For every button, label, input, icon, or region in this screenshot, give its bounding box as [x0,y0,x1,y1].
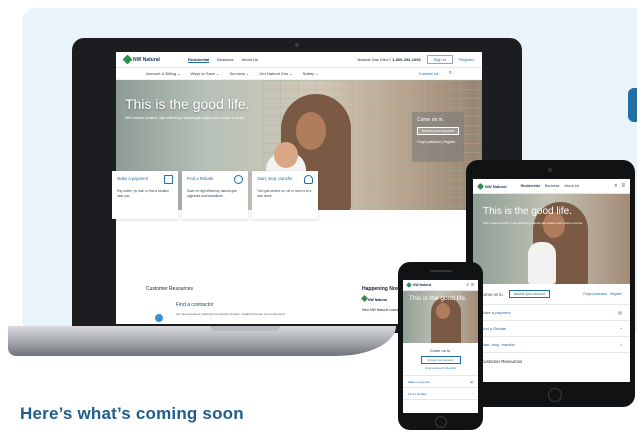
sign-in-box-title: Come on in. [417,117,444,123]
tablet-nav-about[interactable]: About Us [564,184,579,188]
news-logo-icon [360,294,369,303]
card-text: Pay online, by mail, or find a location … [117,189,169,198]
card-title: Make a payment [117,176,148,181]
tablet-logo[interactable]: NW Natural [476,182,507,190]
quick-action-cards: Make a payment Pay online, by mail, or f… [112,171,318,219]
laptop-base [8,326,396,356]
transfer-icon: ⌂ [619,342,622,347]
contractor-text: Our pre-screened, preferred contractors … [176,312,286,316]
sign-in-box: Come on in. Access your account Forgot p… [412,112,464,162]
brand-logo[interactable]: NW Natural [122,54,160,65]
tablet-screen: NW Natural Residential Business About Us… [473,179,630,382]
phone-come-on-in: Come on in. [429,348,452,353]
tablet-nav: NW Natural Residential Business About Us… [473,179,630,194]
tablet-row-payment[interactable]: Make a payment ▤ [473,305,630,321]
register-link-box[interactable]: Register [443,140,455,144]
menu-icon[interactable]: ≡ [621,183,625,189]
hero-subtitle: With instant comfort, high-efficiency na… [125,116,245,120]
phone-links[interactable]: Forgot password | Register [403,364,478,376]
rebate-icon: ◔ [619,326,622,331]
hero-photo-child-face [274,142,298,168]
contractor-card[interactable]: Find a contractor Our pre-screened, pref… [146,296,336,324]
phone-hero-title: This is the good life. [409,295,467,302]
news-brand: NW Natural [367,298,387,302]
card-find-rebate[interactable]: Find a Rebate Save on high-efficiency na… [182,171,248,219]
laptop-camera [295,43,299,47]
logo-icon [476,182,485,190]
nav-about-us[interactable]: About Us [242,57,258,63]
tablet-home-button[interactable] [548,388,562,402]
search-icon[interactable]: ⌕ [466,282,469,288]
phone-number[interactable]: 1-800-293-1093 [392,57,420,62]
phone-hero-face [436,303,450,319]
tablet-register-link[interactable]: Register [610,292,622,296]
tablet-come-on-in: Come on in. [481,291,504,297]
payment-icon: ▤ [618,310,622,315]
subnav-ways-to-save[interactable]: Ways to Save ⌄ [190,71,219,76]
tablet-hero-title: This is the good life. [483,206,572,217]
customer-resources-heading: Customer Resources [146,286,193,292]
tablet-row-transfer[interactable]: Start, stop, transfer ⌂ [473,337,630,353]
tablet-row-rebate[interactable]: Find a Rebate ◔ [473,321,630,337]
logo-icon [122,54,133,65]
menu-icon[interactable]: ≡ [471,282,474,288]
card-title: Find a Rebate [187,176,214,181]
phone-nav: NW Natural ⌕ ≡ [403,280,478,291]
card-title: Start, stop, transfer [257,176,293,181]
tablet-nav-business[interactable]: Business [545,184,560,188]
card-start-stop-transfer[interactable]: Start, stop, transfer Turn gas service o… [252,171,318,219]
rebate-icon: ◔ [471,391,473,396]
tablet-hero-child [528,242,556,284]
tablet-nav-residential[interactable]: Residential [521,184,540,188]
top-nav: NW Natural Residential Business About Us… [116,52,482,68]
phone-home-button[interactable] [435,416,447,428]
hero-title: This is the good life. [125,96,250,112]
logo-icon [406,282,412,288]
nav-residential[interactable]: Residential [187,57,210,63]
contractor-title: Find a contractor [176,302,214,308]
tablet-forgot-link[interactable]: Forgot password [583,292,607,296]
laptop-notch [210,326,280,331]
contact-us-link[interactable]: Contact Us [419,71,439,76]
contractor-icon [155,314,163,322]
subnav-account-billing[interactable]: Account & Billing ⌄ [146,71,180,76]
tablet-access-account-button[interactable]: Access your account [508,290,550,298]
subnav-get-natural-gas[interactable]: Get Natural Gas ⌄ [259,71,292,76]
phone-screen: NW Natural ⌕ ≡ This is the good life. Co… [403,280,478,413]
tablet-hero: This is the good life. With instant comf… [473,194,630,284]
phone-logo[interactable]: NW Natural [406,282,431,288]
nav-business[interactable]: Business [217,57,233,63]
brand-name: NW Natural [133,56,160,63]
tablet-hero-subtitle: With instant comfort, high-efficiency na… [483,221,583,225]
sign-in-button[interactable]: Sign In [426,55,454,64]
section-heading: Here’s what’s coming soon [20,404,244,423]
card-make-payment[interactable]: Make a payment Pay online, by mail, or f… [112,171,178,219]
phone-access-account-button[interactable]: Access your account [420,356,461,364]
side-tab[interactable] [628,88,637,122]
tablet-customer-resources: Customer Resources [481,359,523,364]
rebate-icon [234,175,243,184]
phone-row-payment[interactable]: Make a payment ▤ [403,376,478,388]
tablet-camera [548,168,552,172]
phone-speaker [430,270,452,272]
card-text: Turn gas service on, off or move it to a… [257,189,312,198]
forgot-password-link[interactable]: Forgot password [417,140,441,144]
subnav-safety[interactable]: Safety ⌄ [303,71,319,76]
payment-icon [164,175,173,184]
access-account-button[interactable]: Access your account [417,127,459,135]
hero-photo-face [296,112,326,150]
subnav-services[interactable]: Services ⌄ [229,71,249,76]
happening-now-heading: Happening Now [362,286,400,292]
sub-nav: Account & Billing ⌄ Ways to Save ⌄ Servi… [116,68,482,80]
card-text: Save on high-efficiency natural gas upgr… [187,189,237,198]
search-icon[interactable]: ⌕ [449,70,452,77]
tablet-signin-row: Come on in. Access your account Forgot p… [473,284,630,305]
transfer-icon [304,175,313,184]
phone-row-rebate[interactable]: Find a Rebate ◔ [403,388,478,400]
register-link[interactable]: Register [459,57,474,62]
payment-icon: ▤ [470,379,473,384]
search-icon[interactable]: ⌕ [614,183,617,190]
phone-hero: This is the good life. [403,291,478,343]
gas-odor-prompt: Natural Gas Odor? 1-800-293-1093 [357,57,421,62]
